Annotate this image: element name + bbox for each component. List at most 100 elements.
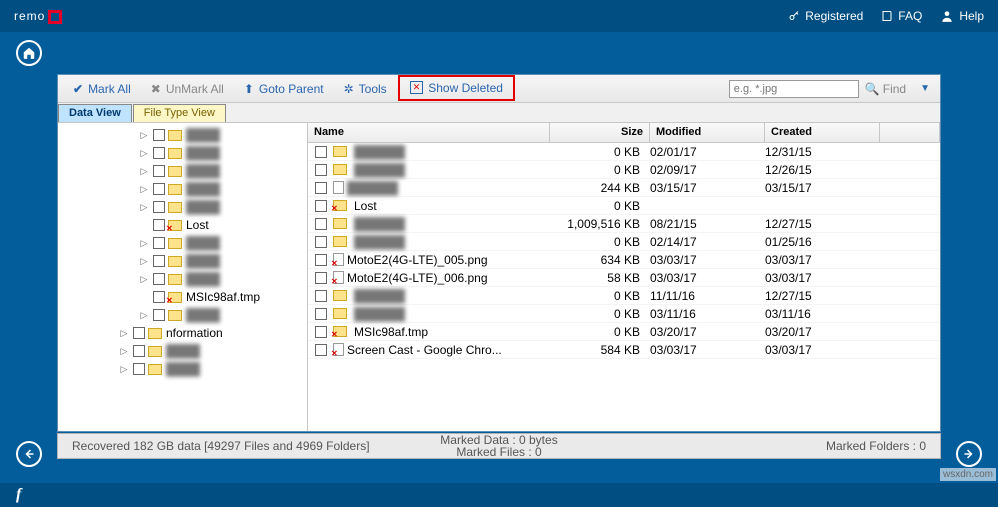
checkbox[interactable] (315, 344, 327, 356)
checkbox[interactable] (315, 182, 327, 194)
checkbox[interactable] (153, 201, 165, 213)
expand-icon[interactable]: ▷ (138, 130, 150, 141)
check-icon: ✔ (73, 82, 83, 96)
file-row[interactable]: MotoE2(4G-LTE)_006.png58 KB03/03/1703/03… (308, 269, 940, 287)
checkbox[interactable] (153, 129, 165, 141)
title-bar: remo Registered FAQ Help (0, 0, 998, 32)
expand-icon[interactable]: ▷ (138, 202, 150, 213)
checkbox[interactable] (153, 309, 165, 321)
checkbox[interactable] (315, 146, 327, 158)
file-row[interactable]: ██████0 KB03/11/1603/11/16 (308, 305, 940, 323)
file-created: 03/03/17 (765, 343, 880, 357)
nav-forward-button[interactable] (956, 441, 982, 467)
checkbox[interactable] (315, 326, 327, 338)
checkbox[interactable] (315, 200, 327, 212)
tree-row[interactable]: ▷████ (58, 342, 307, 360)
checkbox[interactable] (153, 147, 165, 159)
tab-data-view[interactable]: Data View (58, 104, 132, 122)
tab-file-type-view[interactable]: File Type View (133, 104, 226, 122)
dropdown-button[interactable]: ▼ (920, 83, 930, 94)
checkbox[interactable] (133, 327, 145, 339)
checkbox[interactable] (315, 236, 327, 248)
file-name: ██████ (354, 163, 405, 177)
expand-icon[interactable]: ▷ (138, 256, 150, 267)
facebook-icon[interactable]: f (16, 486, 21, 504)
folder-icon (168, 238, 182, 249)
expand-icon[interactable]: ▷ (138, 238, 150, 249)
find-button[interactable]: 🔍Find (865, 82, 906, 96)
checkbox[interactable] (133, 363, 145, 375)
checkbox[interactable] (153, 291, 165, 303)
file-size: 584 KB (550, 343, 650, 357)
file-row[interactable]: ██████0 KB02/01/1712/31/15 (308, 143, 940, 161)
file-row[interactable]: MotoE2(4G-LTE)_005.png634 KB03/03/1703/0… (308, 251, 940, 269)
expand-icon[interactable]: ▷ (138, 274, 150, 285)
checkbox[interactable] (153, 237, 165, 249)
checkbox[interactable] (315, 290, 327, 302)
expand-icon[interactable]: ▷ (138, 184, 150, 195)
unmark-all-button[interactable]: ✖UnMark All (142, 80, 233, 98)
mark-all-button[interactable]: ✔Mark All (64, 80, 140, 98)
checkbox[interactable] (315, 164, 327, 176)
expand-icon[interactable]: ▷ (138, 310, 150, 321)
tree-row[interactable]: ▷████ (58, 162, 307, 180)
col-size[interactable]: Size (550, 123, 650, 142)
col-created[interactable]: Created (765, 123, 880, 142)
tree-row[interactable]: ▷████ (58, 270, 307, 288)
checkbox[interactable] (315, 218, 327, 230)
tree-label: ████ (186, 254, 220, 268)
nav-back-button[interactable] (16, 441, 42, 467)
file-row[interactable]: Lost0 KB (308, 197, 940, 215)
checkbox[interactable] (315, 272, 327, 284)
tree-row[interactable]: ▷████ (58, 198, 307, 216)
tree-row[interactable]: ▷ ████ (58, 252, 307, 270)
file-row[interactable]: Screen Cast - Google Chro...584 KB03/03/… (308, 341, 940, 359)
checkbox[interactable] (315, 254, 327, 266)
checkbox[interactable] (153, 183, 165, 195)
tree-row[interactable]: ▷████ (58, 306, 307, 324)
goto-parent-button[interactable]: ⬆Goto Parent (235, 80, 333, 98)
expand-icon[interactable]: ▷ (118, 364, 130, 375)
checkbox[interactable] (315, 308, 327, 320)
search-input[interactable] (729, 80, 859, 98)
expand-icon[interactable]: ▷ (138, 166, 150, 177)
file-icon (333, 271, 344, 284)
tree-label: ████ (186, 236, 220, 250)
tree-row[interactable]: ▷████ (58, 126, 307, 144)
checkbox[interactable] (133, 345, 145, 357)
registered-link[interactable]: Registered (788, 9, 863, 23)
tree-row[interactable]: MSIc98af.tmp (58, 288, 307, 306)
show-deleted-button[interactable]: ✕Show Deleted (398, 75, 515, 101)
tree-pane[interactable]: ▷████▷████▷████▷████▷████Lost▷████▷████▷… (58, 123, 308, 431)
folder-icon (168, 274, 182, 285)
tools-button[interactable]: ✲Tools (335, 80, 396, 98)
file-row[interactable]: ██████1,009,516 KB08/21/1512/27/15 (308, 215, 940, 233)
expand-icon[interactable]: ▷ (118, 328, 130, 339)
file-size: 0 KB (550, 199, 650, 213)
expand-icon[interactable]: ▷ (138, 148, 150, 159)
tree-row[interactable]: Lost (58, 216, 307, 234)
checkbox[interactable] (153, 255, 165, 267)
tree-row[interactable]: ▷nformation (58, 324, 307, 342)
checkbox[interactable] (153, 165, 165, 177)
file-row[interactable]: ██████244 KB03/15/1703/15/17 (308, 179, 940, 197)
col-modified[interactable]: Modified (650, 123, 765, 142)
help-link[interactable]: Help (940, 9, 984, 23)
col-name[interactable]: Name (308, 123, 550, 142)
file-row[interactable]: ██████0 KB11/11/1612/27/15 (308, 287, 940, 305)
tree-row[interactable]: ▷████ (58, 180, 307, 198)
file-row[interactable]: MSIc98af.tmp0 KB03/20/1703/20/17 (308, 323, 940, 341)
file-row[interactable]: ██████0 KB02/09/1712/26/15 (308, 161, 940, 179)
checkbox[interactable] (153, 219, 165, 231)
expand-icon[interactable]: ▷ (118, 346, 130, 357)
file-size: 0 KB (550, 325, 650, 339)
file-row[interactable]: ██████0 KB02/14/1701/25/16 (308, 233, 940, 251)
tree-row[interactable]: ▷ ████ (58, 234, 307, 252)
col-extra[interactable] (880, 123, 940, 142)
file-list[interactable]: ██████0 KB02/01/1712/31/15██████0 KB02/0… (308, 143, 940, 431)
tree-row[interactable]: ▷████ (58, 144, 307, 162)
faq-link[interactable]: FAQ (881, 9, 922, 23)
checkbox[interactable] (153, 273, 165, 285)
home-button[interactable] (16, 40, 42, 66)
tree-row[interactable]: ▷████ (58, 360, 307, 378)
